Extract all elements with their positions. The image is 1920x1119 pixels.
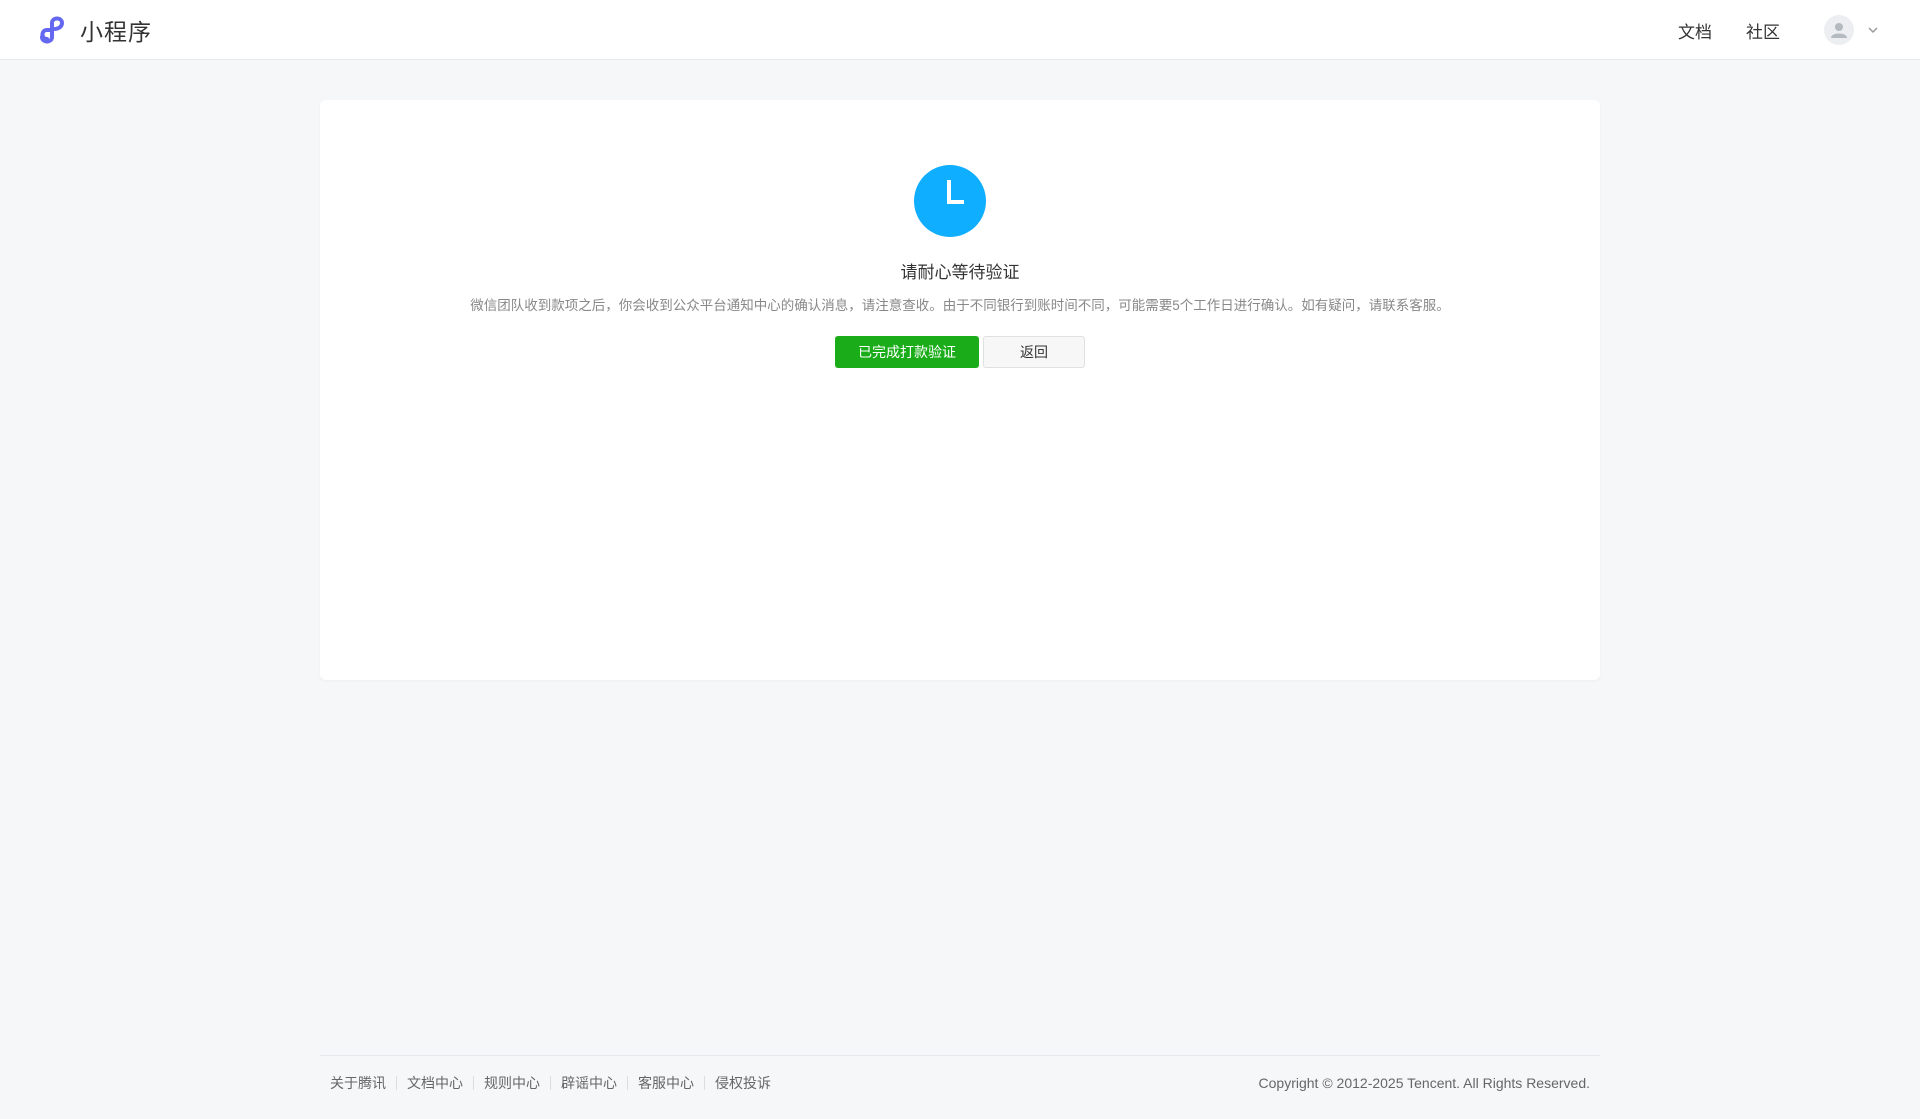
nav-docs-link[interactable]: 文档: [1678, 18, 1712, 43]
top-header: 小程序 文档 社区: [0, 0, 1920, 60]
top-nav: 文档 社区: [1678, 0, 1880, 60]
waiting-clock-icon: [914, 165, 986, 237]
nav-community-link[interactable]: 社区: [1746, 18, 1780, 43]
app-title: 小程序: [80, 19, 152, 45]
footer-links: 关于腾讯 文档中心 规则中心 辟谣中心 客服中心 侵权投诉: [330, 1076, 781, 1090]
mini-program-logo-icon: [40, 16, 65, 44]
back-button[interactable]: 返回: [983, 336, 1085, 368]
verification-status-card: 请耐心等待验证 微信团队收到款项之后，你会收到公众平台通知中心的确认消息，请注意…: [320, 100, 1600, 680]
chevron-down-icon[interactable]: [1866, 23, 1880, 37]
footer-link-support[interactable]: 客服中心: [627, 1076, 704, 1090]
footer-link-about[interactable]: 关于腾讯: [330, 1076, 396, 1090]
app-logo[interactable]: 小程序: [38, 12, 152, 48]
footer-link-rules[interactable]: 规则中心: [473, 1076, 550, 1090]
copyright-text: Copyright © 2012-2025 Tencent. All Right…: [1258, 1075, 1590, 1091]
footer-link-rumor[interactable]: 辟谣中心: [550, 1076, 627, 1090]
page-footer: 关于腾讯 文档中心 规则中心 辟谣中心 客服中心 侵权投诉 Copyright …: [320, 1055, 1600, 1114]
footer-link-docs[interactable]: 文档中心: [396, 1076, 473, 1090]
payment-done-button[interactable]: 已完成打款验证: [835, 336, 979, 368]
user-avatar[interactable]: [1824, 15, 1854, 45]
user-icon: [1831, 23, 1847, 38]
footer-link-infringement[interactable]: 侵权投诉: [704, 1076, 781, 1090]
status-description: 微信团队收到款项之后，你会收到公众平台通知中心的确认消息，请注意查收。由于不同银…: [470, 298, 1450, 313]
action-buttons: 已完成打款验证 返回: [320, 336, 1600, 368]
status-title: 请耐心等待验证: [900, 263, 1020, 282]
